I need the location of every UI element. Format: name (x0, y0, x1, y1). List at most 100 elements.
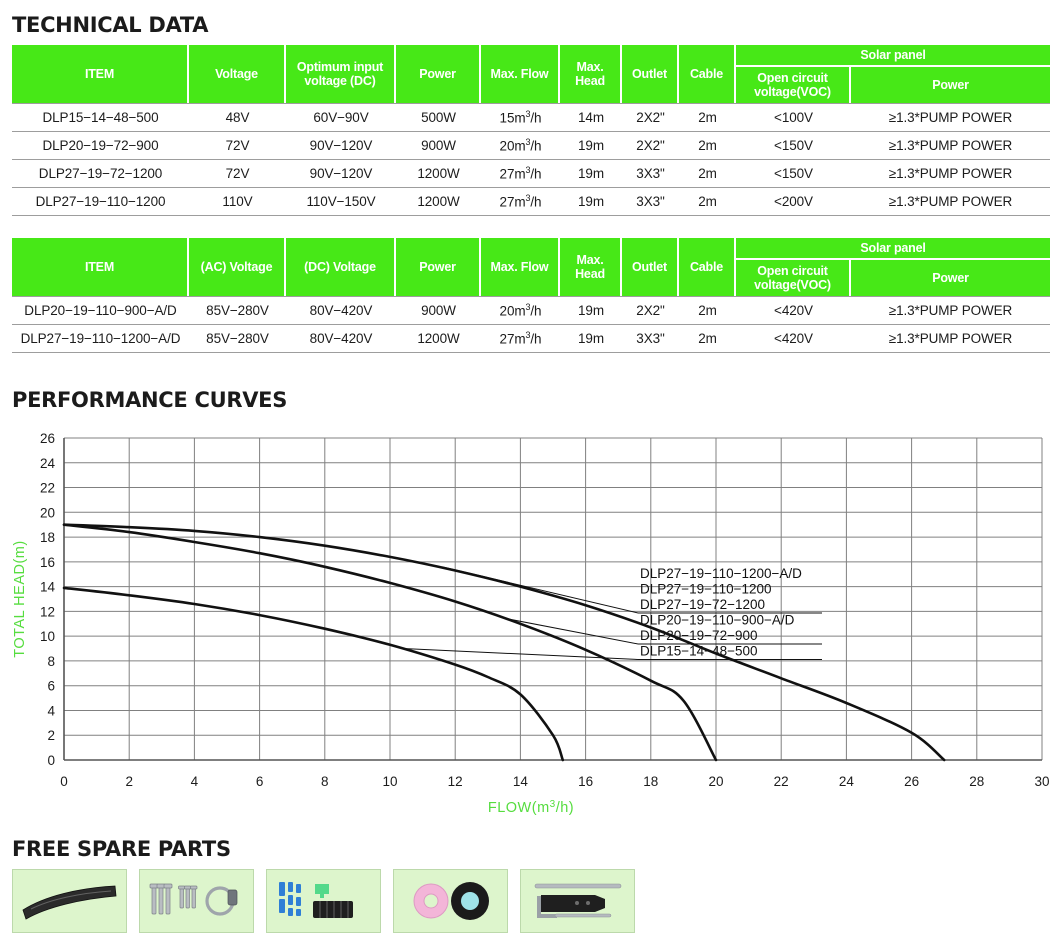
cell-ac: 85V−280V (189, 325, 286, 353)
y-tick-label: 18 (40, 530, 55, 545)
table-acdc-header-row-1: ITEM (AC) Voltage (DC) Voltage Power Max… (12, 238, 1050, 296)
cell-max_head: 19m (560, 188, 622, 216)
cell-solar_power: ≥1.3*PUMP POWER (851, 160, 1050, 188)
technical-data-table-dc: ITEM Voltage Optimum input voltage (DC) … (12, 45, 1050, 216)
col-header-solar-panel-2: Solar panel (736, 238, 1050, 258)
cell-voc: <420V (736, 325, 851, 353)
spare-part-hose-pipe (12, 869, 127, 933)
cell-outlet: 3X3" (622, 160, 679, 188)
col-header-max-head-2: Max. Head (560, 238, 622, 296)
cell-power: 900W (396, 296, 481, 325)
cell-dc: 80V−420V (286, 296, 396, 325)
table-dc-body: DLP15−14−48−500 48V 60V−90V 500W 15m3/h 14m 2X… (12, 103, 1050, 216)
y-tick-label: 14 (40, 580, 56, 595)
curve-label: DLP20−19−110−900−A/D (640, 613, 795, 628)
y-tick-label: 26 (40, 431, 55, 446)
y-tick-label: 20 (40, 505, 55, 520)
curve-label: DLP20−19−72−900 (640, 628, 758, 643)
col-header-cable-2: Cable (679, 238, 736, 296)
cell-max_flow: 20m3/h (481, 132, 560, 160)
cell-outlet: 3X3" (622, 188, 679, 216)
performance-curves-heading: PERFORMANCE CURVES (12, 388, 288, 412)
x-tick-label: 2 (125, 774, 133, 789)
col-header-max-flow-2: Max. Flow (481, 238, 560, 296)
cell-cable: 2m (679, 160, 736, 188)
cell-power: 1200W (396, 325, 481, 353)
performance-chart-svg: 024681012141618202224260 2 4 6 8 10 12 14 16 18 20… (12, 431, 1050, 816)
cell-solar_power: ≥1.3*PUMP POWER (851, 132, 1050, 160)
table-dc-header-row-1: ITEM Voltage Optimum input voltage (DC) … (12, 45, 1050, 103)
cell-optimum: 60V−90V (286, 103, 396, 132)
cell-solar_power: ≥1.3*PUMP POWER (851, 325, 1050, 353)
col-header-open-circuit-voltage: Open circuit voltage(VOC) (736, 65, 851, 103)
cell-optimum: 110V−150V (286, 188, 396, 216)
free-spare-parts-heading: FREE SPARE PARTS (12, 837, 231, 861)
y-tick-label: 22 (40, 481, 55, 496)
y-tick-label: 24 (40, 456, 56, 471)
table-acdc-body: DLP20−19−110−900−A/D 85V−280V 80V−420V 900W… (12, 296, 1050, 353)
spare-parts-row (12, 869, 635, 933)
x-axis-title: FLOW(m3/h) (488, 799, 574, 816)
col-header-item: ITEM (12, 45, 189, 103)
x-tick-label: 22 (774, 774, 789, 789)
cell-voltage: 110V (189, 188, 286, 216)
cell-max_head: 14m (560, 103, 622, 132)
cell-power: 900W (396, 132, 481, 160)
cell-solar_power: ≥1.3*PUMP POWER (851, 103, 1050, 132)
x-tick-label: 0 (60, 774, 68, 789)
curve-label: DLP27−19−110−1200−A/D (640, 566, 802, 581)
cell-voc: <200V (736, 188, 851, 216)
y-axis-title: TOTAL HEAD(m) (12, 540, 28, 657)
cell-max_flow: 20m3/h (481, 296, 560, 325)
y-tick-label: 0 (47, 753, 55, 768)
x-tick-label: 30 (1034, 774, 1049, 789)
y-tick-label: 6 (47, 679, 55, 694)
spare-part-wrench-and-tool (520, 869, 635, 933)
cell-max_flow: 27m3/h (481, 325, 560, 353)
x-tick-label: 12 (448, 774, 463, 789)
cell-voltage: 48V (189, 103, 286, 132)
datasheet-page: TECHNICAL DATA ITEM Voltage Optimum inpu… (0, 0, 1060, 946)
cell-optimum: 90V−120V (286, 160, 396, 188)
curve-DLP27−19−110−1200−A/D (62, 523, 946, 762)
cell-voc: <150V (736, 132, 851, 160)
col-header-power: Power (396, 45, 481, 103)
col-header-dc-voltage: (DC) Voltage (286, 238, 396, 296)
cell-max_flow: 27m3/h (481, 160, 560, 188)
x-tick-label: 20 (708, 774, 723, 789)
curve-DLP15−14−48−500 (62, 586, 565, 762)
cell-item: DLP20−19−110−900−A/D (12, 296, 189, 325)
spare-part-connectors-and-rubber-blocks (266, 869, 381, 933)
col-header-outlet-2: Outlet (622, 238, 679, 296)
cell-max_head: 19m (560, 325, 622, 353)
table-row: DLP27−19−72−1200 72V 90V−120V 1200W 27m3/h 19… (12, 160, 1050, 188)
hose-pipe-icon (22, 885, 117, 920)
table-row: DLP27−19−110−1200−A/D 85V−280V 80V−420V 120… (12, 325, 1050, 353)
y-tick-label: 12 (40, 604, 55, 619)
cell-outlet: 2X2" (622, 296, 679, 325)
cell-voc: <100V (736, 103, 851, 132)
curve-label: DLP27−19−72−1200 (640, 597, 765, 612)
col-header-max-head: Max. Head (560, 45, 622, 103)
cell-outlet: 2X2" (622, 132, 679, 160)
cell-max_flow: 15m3/h (481, 103, 560, 132)
cell-cable: 2m (679, 325, 736, 353)
cell-solar_power: ≥1.3*PUMP POWER (851, 188, 1050, 216)
col-header-voltage: Voltage (189, 45, 286, 103)
table-row: DLP15−14−48−500 48V 60V−90V 500W 15m3/h 14m 2X… (12, 103, 1050, 132)
cell-item: DLP27−19−110−1200 (12, 188, 189, 216)
col-header-open-circuit-voltage-2: Open circuit voltage(VOC) (736, 258, 851, 296)
cell-cable: 2m (679, 103, 736, 132)
x-tick-label: 24 (839, 774, 855, 789)
chart-curves (62, 523, 946, 762)
y-tick-label: 16 (40, 555, 55, 570)
connectors-and-rubber-blocks-icon (279, 882, 353, 918)
chart-legend: DLP27−19−110−1200−A/DDLP27−19−110−1200DL… (640, 566, 802, 659)
spare-part-tape-rolls (393, 869, 508, 933)
col-header-ac-voltage: (AC) Voltage (189, 238, 286, 296)
cell-item: DLP27−19−72−1200 (12, 160, 189, 188)
cell-cable: 2m (679, 296, 736, 325)
cell-max_head: 19m (560, 160, 622, 188)
cell-voltage: 72V (189, 132, 286, 160)
col-header-solar-panel: Solar panel (736, 45, 1050, 65)
